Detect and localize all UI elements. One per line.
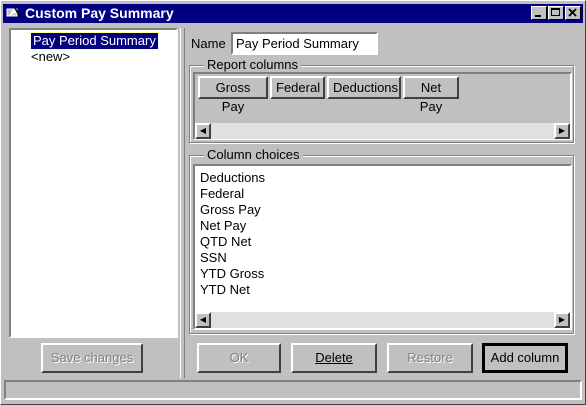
maximize-icon: [551, 8, 560, 16]
choice-item[interactable]: Net Pay: [200, 218, 246, 234]
scroll-left-icon[interactable]: ◀: [195, 312, 211, 328]
choice-item[interactable]: SSN: [200, 250, 227, 266]
pane-splitter[interactable]: [180, 28, 185, 378]
scroll-right-icon[interactable]: ▶: [554, 312, 570, 328]
column-choices-title: Column choices: [204, 147, 303, 163]
column-choices-scrollbar[interactable]: ◀ ▶: [195, 312, 570, 328]
delete-label: Delete: [315, 350, 353, 365]
column-choices-list[interactable]: Deductions Federal Gross Pay Net Pay QTD…: [193, 164, 572, 330]
list-item-new[interactable]: <new>: [31, 49, 70, 65]
summary-list[interactable]: Pay Period Summary <new>: [9, 28, 178, 338]
delete-button[interactable]: Delete: [291, 343, 377, 373]
scroll-left-icon[interactable]: ◀: [195, 123, 211, 139]
list-item-pay-period-summary[interactable]: Pay Period Summary: [30, 32, 159, 50]
choice-item[interactable]: Federal: [200, 186, 244, 202]
close-icon: [568, 8, 577, 17]
ok-label: OK: [229, 350, 249, 365]
ok-button[interactable]: OK: [197, 343, 281, 373]
restore-button[interactable]: Restore: [387, 343, 473, 373]
custom-pay-summary-window: Custom Pay Summary Pay Period Summary <n…: [0, 0, 586, 405]
maximize-button[interactable]: [548, 6, 564, 20]
scroll-right-icon[interactable]: ▶: [554, 123, 570, 139]
report-columns-title: Report columns: [204, 57, 302, 73]
choice-item[interactable]: YTD Net: [200, 282, 250, 298]
add-column-label: Add column: [490, 350, 560, 365]
choice-item[interactable]: QTD Net: [200, 234, 251, 250]
name-label: Name: [191, 36, 226, 51]
minimize-button[interactable]: [531, 6, 547, 20]
app-icon: [6, 7, 21, 18]
name-field[interactable]: Pay Period Summary: [231, 32, 378, 55]
choice-item[interactable]: Gross Pay: [200, 202, 261, 218]
save-changes-button[interactable]: Save changes: [41, 343, 143, 373]
minimize-icon: [535, 15, 541, 17]
report-column-net-pay[interactable]: Net Pay: [403, 76, 459, 114]
restore-label: Restore: [407, 350, 453, 365]
report-column-federal[interactable]: Federal: [270, 76, 325, 99]
close-button[interactable]: [565, 6, 581, 20]
choice-item[interactable]: YTD Gross: [200, 266, 264, 282]
title-bar[interactable]: Custom Pay Summary: [3, 4, 583, 23]
add-column-button[interactable]: Add column: [482, 343, 568, 373]
save-changes-label: Save changes: [50, 350, 134, 365]
window-title: Custom Pay Summary: [25, 5, 174, 21]
report-column-deductions[interactable]: Deductions: [327, 76, 401, 99]
choice-item[interactable]: Deductions: [200, 170, 265, 186]
report-column-gross-pay[interactable]: Gross Pay: [198, 76, 268, 114]
report-columns-scrollbar[interactable]: ◀ ▶: [195, 123, 570, 139]
status-bar: [4, 380, 582, 400]
